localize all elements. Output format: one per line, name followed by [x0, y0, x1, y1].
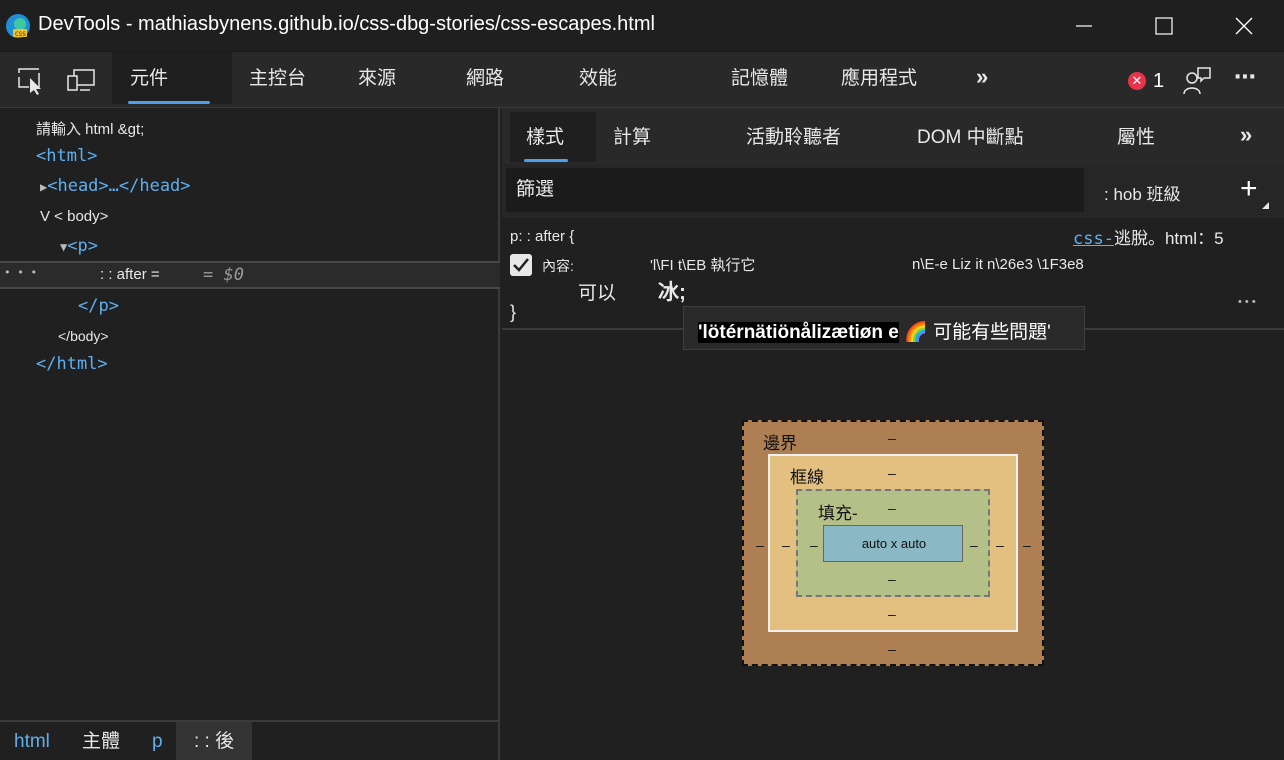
close-icon [1235, 17, 1253, 35]
tab-performance[interactable]: 效能 [579, 52, 617, 104]
breadcrumb-after[interactable]: : : 後 [176, 722, 253, 760]
tab-application[interactable]: 應用程式 [841, 52, 917, 104]
padding-top-value[interactable]: – [888, 500, 896, 516]
tooltip-rest: 可能有些問題' [933, 322, 1051, 343]
box-model-content-size: auto x auto [861, 536, 927, 551]
breadcrumb-p[interactable]: p [152, 722, 163, 760]
dom-head-node[interactable]: <head>…</head> [47, 176, 190, 196]
svg-text:CSS: CSS [15, 31, 26, 38]
corner-triangle-icon[interactable] [1262, 202, 1269, 209]
tab-properties[interactable]: 屬性 [1117, 112, 1155, 162]
breadcrumb-body[interactable]: 主體 [82, 722, 120, 760]
dom-head-row[interactable]: ▶<head>…</head> [40, 176, 191, 196]
rule-close-brace: } [510, 302, 517, 322]
padding-bottom-value[interactable]: – [888, 571, 896, 587]
breadcrumb-html[interactable]: html [14, 722, 50, 760]
rule-source-link[interactable]: css- [1073, 229, 1114, 249]
dom-body-open[interactable]: V < body> [40, 208, 108, 225]
border-right-value[interactable]: – [996, 537, 1004, 553]
tab-memory[interactable]: 記憶體 [731, 52, 788, 104]
window-title: DevTools - mathiasbynens.github.io/css-d… [38, 13, 655, 35]
more-tabs-button[interactable]: » [976, 64, 988, 90]
rule-selector[interactable]: p: : after { [510, 228, 574, 245]
dom-html-close[interactable]: </html> [36, 354, 108, 374]
tab-styles[interactable]: 樣式 [510, 112, 596, 162]
sidebar-tabs: 樣式 計算 活動聆聽者 DOM 中斷點 屬性 » [502, 108, 1284, 164]
rule-source[interactable]: css-逃脫。html：5 [1073, 224, 1224, 249]
customize-menu-button[interactable]: ⋯ [1234, 64, 1258, 90]
padding-right-value[interactable]: – [970, 537, 978, 553]
device-emulation-button[interactable] [66, 66, 96, 96]
border-top-value[interactable]: – [888, 465, 896, 481]
tab-console[interactable]: 主控台 [249, 52, 306, 104]
row-more-icon[interactable]: • • • [4, 266, 37, 279]
error-count[interactable]: 1 [1153, 70, 1164, 93]
rainbow-icon: 🌈 [904, 322, 928, 343]
dom-p-close[interactable]: </p> [78, 296, 119, 316]
property-value-line2a[interactable]: 可以 [578, 278, 616, 305]
property-checkbox[interactable] [510, 254, 532, 276]
dom-selected-marker: = $0 [203, 265, 244, 285]
main-toolbar: 元件 主控台 來源 網路 效能 記憶體 應用程式 » ✕ 1 ⋯ [0, 52, 1284, 108]
tooltip-highlight: 'lötérnätiönålizætiøn e [698, 322, 899, 343]
border-left-value[interactable]: – [782, 537, 790, 553]
feedback-icon [1183, 67, 1211, 95]
tab-elements[interactable]: 元件 [112, 52, 232, 104]
value-tooltip: 'lötérnätiönålizætiøn e 🌈 可能有些問題' [683, 306, 1085, 350]
title-bar: CSS DevTools - mathiasbynens.github.io/c… [0, 0, 1284, 52]
dom-after-pseudo[interactable]: : : after = [100, 266, 160, 283]
inspect-icon [18, 68, 41, 95]
device-icon [67, 69, 95, 91]
error-icon[interactable]: ✕ [1128, 72, 1146, 90]
margin-label: 邊界 [763, 434, 797, 453]
dom-body-close[interactable]: </body> [58, 328, 109, 344]
margin-top-value[interactable]: – [888, 430, 896, 446]
border-bottom-value[interactable]: – [888, 606, 896, 622]
filter-input[interactable]: 篩選 [506, 168, 1084, 212]
dom-tree-panel: 請輸入 html &gt; <html> ▶<head>…</head> V <… [0, 108, 500, 720]
property-value-part2[interactable]: n\E-e Liz it n\26e3 \1F3e8 [912, 256, 1084, 273]
breadcrumb: html 主體 p : : 後 [0, 720, 500, 760]
checkmark-icon [513, 258, 529, 272]
hov-cls-button[interactable]: : hob 班級 [1104, 180, 1181, 205]
edge-devtools-icon: CSS [6, 14, 30, 38]
tab-network[interactable]: 網路 [466, 52, 504, 104]
tab-dom-breakpoints[interactable]: DOM 中斷點 [917, 112, 1024, 162]
property-value-part1[interactable]: 'l\FI t\EB 執行它 [650, 254, 755, 275]
dom-html-open[interactable]: <html> [36, 146, 97, 166]
close-button[interactable] [1204, 0, 1284, 52]
tab-event-listeners[interactable]: 活動聆聽者 [746, 112, 841, 162]
maximize-button[interactable] [1124, 0, 1204, 52]
property-name[interactable]: 內容: [542, 256, 574, 276]
new-style-rule-button[interactable]: + [1240, 172, 1258, 206]
padding-left-value[interactable]: – [810, 537, 818, 553]
margin-bottom-value[interactable]: – [888, 641, 896, 657]
feedback-button[interactable] [1182, 66, 1212, 96]
more-sidebar-tabs-button[interactable]: » [1240, 122, 1252, 148]
inspect-element-button[interactable] [16, 66, 46, 96]
dom-placeholder-line: 請輸入 html &gt; [36, 121, 145, 138]
filter-bar: 篩選 : hob 班級 + [502, 164, 1284, 218]
maximize-icon [1155, 17, 1173, 35]
minimize-icon [1076, 25, 1092, 27]
selected-node-row[interactable] [0, 261, 500, 289]
padding-label: 填充- [818, 504, 858, 523]
dom-p-row[interactable]: ▼<p> [60, 236, 98, 256]
margin-right-value[interactable]: – [1023, 537, 1031, 553]
rule-more-icon[interactable]: • • • [1238, 296, 1256, 308]
box-model-content[interactable]: auto x auto [823, 525, 963, 562]
tooltip-text: 'lötérnätiönålizætiøn e 🌈 可能有些問題' [698, 317, 1051, 344]
border-label: 框線 [790, 468, 824, 487]
dom-p-node[interactable]: <p> [67, 236, 98, 256]
tab-sources[interactable]: 來源 [358, 52, 396, 104]
rule-source-rest[interactable]: 逃脫。html：5 [1114, 229, 1224, 248]
property-value-line2b[interactable]: 冰; [658, 276, 686, 306]
minimize-button[interactable] [1044, 0, 1124, 52]
tab-computed[interactable]: 計算 [613, 112, 651, 162]
margin-left-value[interactable]: – [756, 537, 764, 553]
